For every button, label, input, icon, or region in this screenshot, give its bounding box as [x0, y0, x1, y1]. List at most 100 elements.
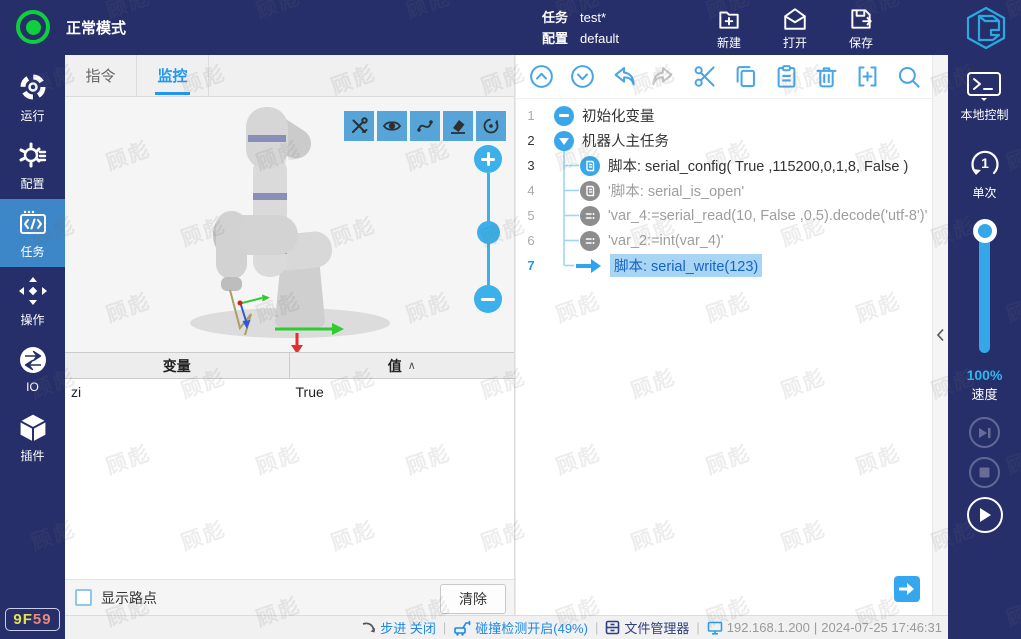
sidebar-item-label: 插件: [20, 447, 44, 464]
step-arrow-icon: [361, 621, 376, 635]
undo-button[interactable]: [610, 63, 637, 90]
stop-button[interactable]: [969, 457, 1000, 488]
cube-icon: [17, 411, 49, 443]
open-task-button[interactable]: 打开: [769, 6, 821, 51]
speed-slider[interactable]: [973, 223, 997, 353]
eye-icon: [382, 116, 402, 136]
run-control-sidebar: 本地控制 1 单次 100% 速度: [948, 55, 1021, 639]
zoom-out-button[interactable]: [474, 285, 502, 313]
show-waypoints-checkbox[interactable]: [75, 589, 92, 606]
assignment-icon: [580, 231, 600, 251]
top-bar: 正常模式 任务test* 配置default 新建 打开 保存: [0, 0, 1021, 55]
paste-button[interactable]: [773, 63, 800, 90]
file-manager-status[interactable]: 文件管理器: [605, 618, 689, 637]
viewer-tabs: 指令 监控: [65, 55, 514, 97]
collapse-node-icon[interactable]: [554, 106, 574, 126]
zoom-in-button[interactable]: [474, 145, 502, 173]
single-run-button[interactable]: 1 单次: [966, 145, 1004, 201]
left-nav-sidebar: 运行 配置 任务 操作 IO 插件 9F59: [0, 55, 65, 639]
collapse-all-button[interactable]: [528, 63, 555, 90]
redo-button[interactable]: [650, 63, 677, 90]
step-mode-status[interactable]: 步进 关闭: [361, 618, 436, 637]
task-label: 任务: [542, 7, 568, 28]
save-task-label: 保存: [849, 34, 873, 51]
sidebar-item-plugin[interactable]: 插件: [0, 403, 65, 471]
sidebar-item-task[interactable]: 任务: [0, 199, 65, 267]
insert-button[interactable]: [854, 63, 881, 90]
sidebar-item-label: 操作: [20, 311, 44, 328]
open-task-label: 打开: [783, 34, 807, 51]
save-task-button[interactable]: 保存: [835, 6, 887, 51]
tree-row-serial-config[interactable]: 3 脚本: serial_config( True ,115200,0,1,8,…: [516, 153, 948, 178]
new-task-button[interactable]: 新建: [703, 6, 755, 51]
gear-icon: [17, 139, 49, 171]
robot-control-app: 正常模式 任务test* 配置default 新建 打开 保存: [0, 0, 1021, 639]
reset-view-button[interactable]: [476, 111, 506, 141]
sidebar-item-label: 任务: [20, 243, 44, 260]
code-toolbar: [516, 55, 948, 99]
network-status: 192.168.1.200 | 2024-07-25 17:46:31: [707, 620, 942, 635]
sidebar-item-label: 配置: [20, 175, 44, 192]
task-name: test*: [580, 7, 606, 28]
single-run-label: 单次: [972, 184, 996, 201]
step-over-button[interactable]: [969, 417, 1000, 448]
speed-value: 100%: [967, 367, 1003, 383]
expand-all-button[interactable]: [569, 63, 596, 90]
monitor-panel: 指令 监控: [65, 55, 515, 615]
tab-monitor[interactable]: 监控: [137, 55, 209, 96]
arrow-right-icon: [899, 582, 915, 596]
path-button[interactable]: [410, 111, 440, 141]
copy-button[interactable]: [732, 63, 759, 90]
tree-row-var4-assign[interactable]: 5 'var_4:=serial_read(10, False ,0.5).de…: [516, 203, 948, 228]
reset-rotation-icon: [481, 116, 501, 136]
sidebar-item-label: IO: [26, 380, 39, 394]
play-button[interactable]: [967, 497, 1003, 533]
column-value[interactable]: 值∧: [290, 353, 515, 378]
svg-text:1: 1: [981, 155, 989, 171]
tree-row-main-task[interactable]: 2 机器人主任务: [516, 128, 948, 153]
collision-detection-status[interactable]: 碰撞检测开启(49%): [453, 618, 588, 637]
sidebar-item-operate[interactable]: 操作: [0, 267, 65, 335]
erase-button[interactable]: [443, 111, 473, 141]
cut-button[interactable]: [691, 63, 718, 90]
speed-slider-handle[interactable]: [973, 219, 997, 243]
skip-icon: [978, 427, 992, 439]
zoom-slider-handle[interactable]: [477, 221, 500, 244]
mode-indicator: 正常模式: [16, 10, 126, 44]
open-icon: [782, 6, 808, 32]
search-button[interactable]: [895, 63, 922, 90]
sidebar-item-io[interactable]: IO: [0, 335, 65, 403]
tree-row-var2-assign[interactable]: 6 'var_2:=int(var_4)': [516, 228, 948, 253]
code-window-icon: [17, 207, 49, 239]
tree-row-serial-write[interactable]: 7 脚本: serial_write(123): [516, 253, 948, 278]
status-green-icon: [16, 10, 50, 44]
single-cycle-icon: 1: [966, 145, 1004, 181]
io-icon: [17, 344, 49, 376]
expand-node-icon[interactable]: [554, 131, 574, 151]
variable-value-cell: True: [290, 384, 515, 400]
step-next-button[interactable]: [894, 576, 920, 602]
tab-command[interactable]: 指令: [65, 55, 137, 96]
config-label: 配置: [542, 28, 568, 49]
speed-label: 速度: [971, 384, 997, 403]
delete-button[interactable]: [813, 63, 840, 90]
tools-button[interactable]: [344, 111, 374, 141]
robot-3d-viewport[interactable]: [65, 97, 514, 352]
sidebar-item-run[interactable]: 运行: [0, 63, 65, 131]
tree-row-init-vars[interactable]: 1 初始化变量: [516, 103, 948, 128]
visibility-button[interactable]: [377, 111, 407, 141]
zoom-slider-track[interactable]: [487, 173, 490, 285]
save-icon: [848, 6, 874, 32]
tree-row-serial-is-open[interactable]: 4 '脚本: serial_is_open': [516, 178, 948, 203]
file-actions: 新建 打开 保存: [703, 6, 887, 51]
clear-button[interactable]: 清除: [440, 584, 506, 614]
variable-name-cell: zi: [65, 384, 290, 400]
mode-label: 正常模式: [66, 17, 126, 38]
status-bar: 步进 关闭 | 碰撞检测开启(49%) | 文件管理器 | 192.168.1.…: [65, 615, 948, 639]
sidebar-item-config[interactable]: 配置: [0, 131, 65, 199]
tools-icon: [349, 116, 369, 136]
trajectory-icon: [415, 116, 435, 136]
local-control-button[interactable]: 本地控制: [960, 71, 1008, 123]
stop-icon: [979, 467, 990, 478]
table-row[interactable]: zi True: [65, 379, 514, 405]
